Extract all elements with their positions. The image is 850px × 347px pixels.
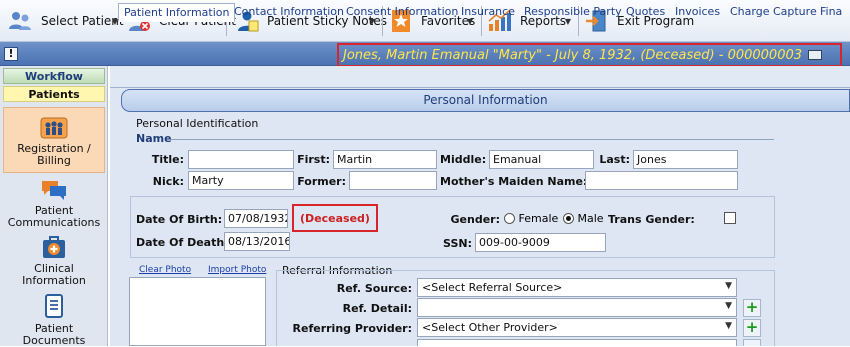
registration-family-icon — [4, 116, 104, 140]
title-input[interactable] — [188, 150, 294, 169]
middle-name-label: Middle: — [440, 153, 487, 166]
next-referral-select[interactable] — [417, 339, 737, 346]
ref-source-select[interactable]: <Select Referral Source> ▼ — [417, 278, 737, 297]
date-of-death-label: Date Of Death: — [136, 236, 229, 249]
gender-label: Gender: — [450, 213, 500, 226]
select-patient-button[interactable]: Select Patient — [8, 0, 124, 42]
former-name-input[interactable] — [349, 171, 437, 190]
sidebar-item-label: Registration / Billing — [17, 142, 91, 167]
mothers-maiden-name-input[interactable] — [585, 171, 738, 190]
nick-name-input[interactable]: Marty — [188, 171, 294, 190]
sidebar-patients-header[interactable]: Patients — [3, 86, 105, 102]
female-radio[interactable] — [504, 213, 515, 224]
nick-name-label: Nick: — [152, 175, 184, 188]
ssn-input[interactable]: 009-00-9009 — [475, 233, 606, 252]
referring-provider-label: Referring Provider: — [292, 322, 412, 335]
chevron-down-icon: ▼ — [725, 301, 732, 311]
ref-source-label: Ref. Source: — [336, 282, 412, 295]
patient-banner-text: Jones, Martin Emanual "Marty" - July 8, … — [343, 47, 803, 63]
trans-gender-label: Trans Gender: — [608, 213, 695, 226]
gender-female-option[interactable]: Female — [504, 212, 558, 225]
tab-invoices[interactable]: Invoices — [675, 3, 720, 22]
documents-icon — [3, 294, 105, 320]
next-add-button[interactable] — [743, 339, 761, 346]
male-radio-label: Male — [577, 212, 604, 225]
tab-consent-information[interactable]: Consent Information — [346, 3, 458, 22]
tab-insurance[interactable]: Insurance — [461, 3, 515, 22]
add-referring-provider-button[interactable]: + — [743, 319, 761, 337]
sidebar-item-label: Patient Communications — [7, 204, 101, 229]
last-name-input[interactable]: Jones — [633, 150, 738, 169]
tab-responsible-party[interactable]: Responsible Party — [524, 3, 622, 22]
communications-chat-icon — [3, 178, 105, 202]
gender-male-option[interactable]: Male — [563, 212, 604, 225]
former-name-label: Former: — [297, 175, 346, 188]
patient-photo-box[interactable] — [129, 277, 266, 346]
deceased-badge: (Deceased) — [292, 204, 378, 232]
tab-contact-information[interactable]: Contact Information — [234, 3, 344, 22]
last-name-label: Last: — [599, 153, 630, 166]
sidebar-item-label: Patient Documents — [22, 322, 86, 347]
sidebar-item-clinical-information[interactable]: Clinical Information — [3, 236, 105, 287]
title-label: Title: — [151, 153, 184, 166]
clear-photo-link[interactable]: Clear Photo — [139, 265, 191, 275]
first-name-input[interactable]: Martin — [333, 150, 437, 169]
tab-patient-information[interactable]: Patient Information — [118, 3, 236, 22]
select-patient-icon — [8, 8, 34, 34]
tab-charge-capture[interactable]: Charge Capture — [730, 3, 817, 22]
patient-card-icon[interactable] — [808, 50, 823, 60]
name-divider — [170, 139, 774, 140]
ssn-label: SSN: — [443, 237, 472, 250]
name-group-title: Name — [136, 132, 172, 145]
date-of-birth-input[interactable]: 07/08/1932 — [224, 209, 288, 228]
sidebar-item-label: Clinical Information — [22, 262, 86, 287]
mothers-maiden-name-label: Mother's Maiden Name: — [440, 175, 588, 188]
patient-banner[interactable]: Jones, Martin Emanual "Marty" - July 8, … — [337, 43, 842, 67]
chevron-down-icon: ▼ — [725, 321, 732, 331]
ref-source-value: <Select Referral Source> — [422, 281, 563, 294]
trans-gender-checkbox[interactable] — [724, 212, 736, 224]
ref-detail-label: Ref. Detail: — [342, 302, 412, 315]
date-of-death-input[interactable]: 08/13/2016 — [224, 232, 290, 251]
referring-provider-select[interactable]: <Select Other Provider> ▼ — [417, 318, 737, 337]
sidebar-item-patient-documents[interactable]: Patient Documents — [3, 294, 105, 347]
sidebar-item-registration-billing[interactable]: Registration / Billing — [3, 107, 105, 173]
referring-provider-value: <Select Other Provider> — [422, 321, 558, 334]
middle-name-input[interactable]: Emanual — [489, 150, 594, 169]
tab-quotes[interactable]: Quotes — [626, 3, 665, 22]
tab-financial[interactable]: Fina — [820, 3, 842, 22]
section-header: Personal Information — [121, 89, 850, 112]
import-photo-link[interactable]: Import Photo — [208, 265, 266, 275]
clinical-medkit-icon — [3, 236, 105, 260]
sidebar-item-patient-communications[interactable]: Patient Communications — [3, 178, 105, 229]
first-name-label: First: — [297, 153, 330, 166]
female-radio-label: Female — [518, 212, 559, 225]
alert-exclamation-icon[interactable]: ! — [4, 47, 18, 61]
male-radio[interactable] — [563, 213, 574, 224]
personal-identification-title: Personal Identification — [136, 117, 259, 130]
tab-strip — [110, 66, 850, 88]
ref-detail-select[interactable]: ▼ — [417, 298, 737, 317]
chevron-down-icon: ▼ — [725, 281, 732, 291]
add-ref-detail-button[interactable]: + — [743, 299, 761, 317]
date-of-birth-label: Date Of Birth: — [136, 213, 223, 226]
sidebar-workflow-header[interactable]: Workflow — [3, 68, 105, 84]
